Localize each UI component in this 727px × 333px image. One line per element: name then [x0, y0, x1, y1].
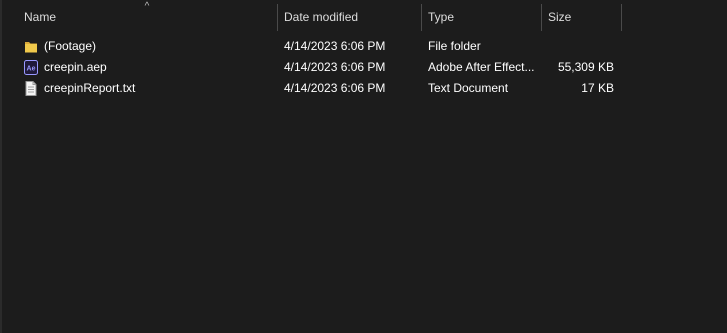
text-document-icon — [25, 81, 37, 96]
file-name-label: creepin.aep — [44, 60, 107, 74]
file-date-cell: 4/14/2023 6:06 PM — [284, 60, 386, 74]
file-size-cell: 55,309 KB — [557, 60, 614, 74]
file-name-cell: (Footage) — [24, 36, 274, 57]
file-list: (Footage) 4/14/2023 6:06 PM File folder … — [0, 36, 727, 99]
file-row-creepinreport-txt[interactable]: creepinReport.txt 4/14/2023 6:06 PM Text… — [0, 78, 727, 99]
column-header-name[interactable]: Name — [18, 4, 276, 31]
svg-text:Ae: Ae — [27, 66, 36, 73]
file-row-footage[interactable]: (Footage) 4/14/2023 6:06 PM File folder — [0, 36, 727, 57]
file-date-cell: 4/14/2023 6:06 PM — [284, 39, 386, 53]
column-header-size[interactable]: Size — [542, 4, 621, 31]
file-explorer-window: ^ Name Date modified Type Size (Footage)… — [0, 0, 727, 333]
file-name-label: (Footage) — [44, 39, 97, 53]
after-effects-file-icon: Ae — [24, 60, 38, 75]
file-size-cell — [544, 36, 614, 57]
file-row-creepin-aep[interactable]: Ae creepin.aep 4/14/2023 6:06 PM Adobe A… — [0, 57, 727, 78]
file-type-cell: Adobe After Effect... — [428, 60, 535, 74]
column-header-type[interactable]: Type — [422, 4, 541, 31]
file-type-cell: File folder — [428, 39, 481, 53]
column-header-date-modified[interactable]: Date modified — [278, 4, 421, 31]
column-divider[interactable] — [621, 4, 622, 31]
file-name-cell: Ae creepin.aep — [24, 57, 274, 78]
column-header-bar: ^ Name Date modified Type Size — [0, 2, 727, 31]
folder-icon — [25, 42, 37, 53]
file-type-cell: Text Document — [428, 81, 509, 95]
file-date-cell: 4/14/2023 6:06 PM — [284, 81, 386, 95]
file-name-label: creepinReport.txt — [44, 81, 136, 95]
file-name-cell: creepinReport.txt — [24, 78, 274, 99]
file-size-cell: 17 KB — [581, 81, 614, 95]
